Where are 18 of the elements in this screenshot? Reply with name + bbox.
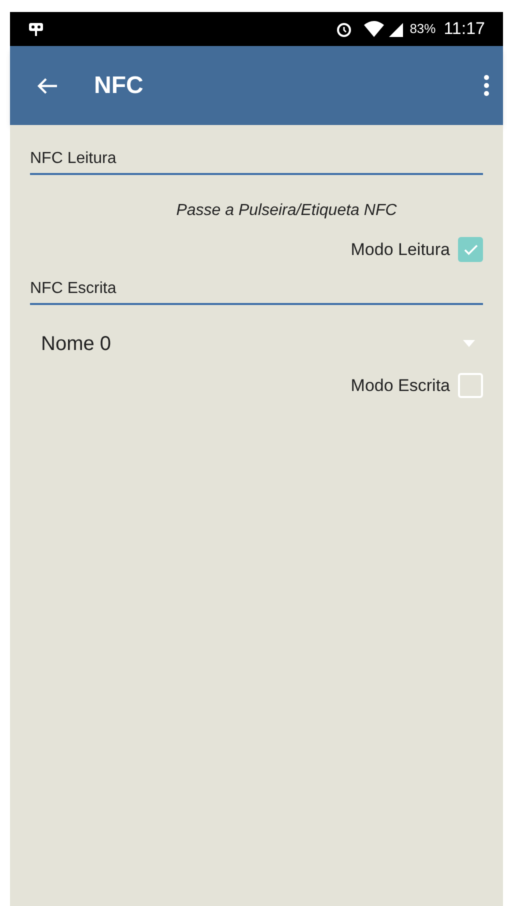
- app-title: NFC: [94, 70, 144, 100]
- dropdown-arrow-icon: [463, 340, 475, 347]
- section-header: NFC Escrita: [30, 276, 483, 304]
- hint-text: Passe a Pulseira/Etiqueta NFC: [175, 201, 398, 221]
- name-dropdown[interactable]: Nome 0: [30, 328, 483, 358]
- android-icon: [28, 20, 44, 38]
- wifi-icon: [362, 20, 385, 38]
- checkbox-label: Modo Leitura: [350, 239, 450, 261]
- time-text: 11:17: [444, 18, 485, 40]
- alarm-icon: [334, 20, 353, 38]
- back-arrow-icon: [36, 76, 58, 96]
- checkbox[interactable]: [458, 372, 483, 398]
- battery-text: 83%: [410, 20, 436, 38]
- more-menu-button[interactable]: [484, 75, 489, 96]
- checkbox[interactable]: [458, 237, 483, 262]
- section-header: NFC Leitura: [30, 147, 483, 175]
- checkbox-label: Modo Escrita: [350, 374, 450, 396]
- back-button[interactable]: [36, 76, 58, 96]
